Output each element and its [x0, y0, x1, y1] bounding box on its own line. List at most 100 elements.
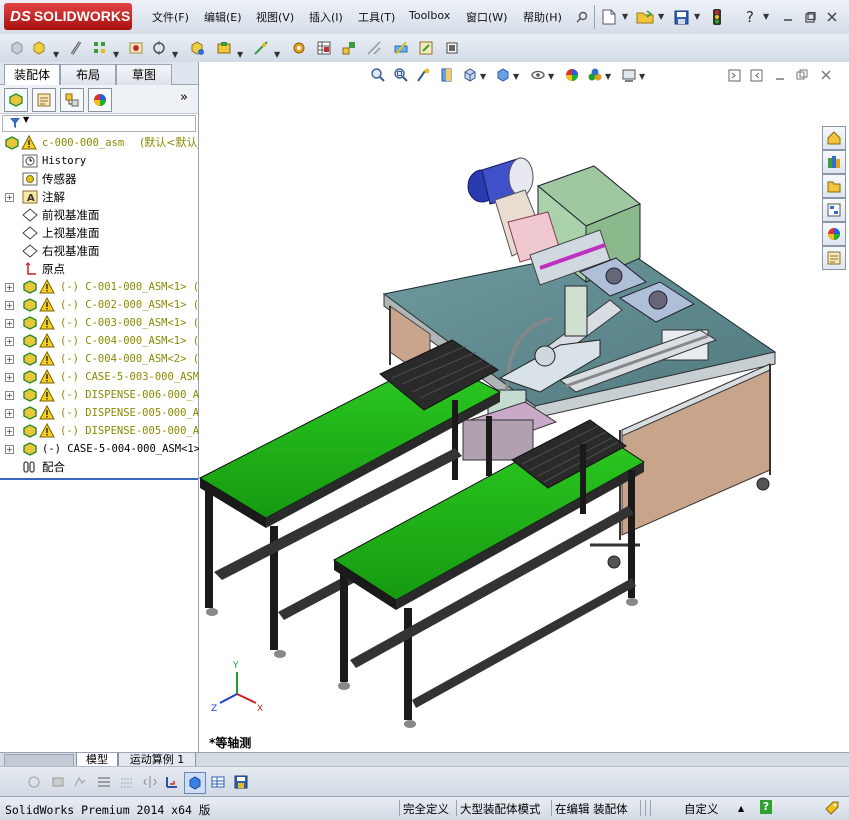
property-manager-icon[interactable] [32, 88, 56, 112]
expand-toggle[interactable]: + [5, 427, 14, 436]
save-icon[interactable] [671, 7, 691, 27]
line-icon[interactable] [94, 772, 114, 792]
expand-toggle[interactable]: + [5, 301, 14, 310]
chevron-down-icon[interactable]: ▼ [274, 50, 280, 59]
expand-toggle[interactable]: + [5, 283, 14, 292]
graphics-area[interactable]: ▼ ▼ ▼ ▼ ▼ Y X Z *等轴测 [199, 62, 849, 752]
bill-of-materials-icon[interactable] [314, 38, 334, 58]
home-icon[interactable] [822, 126, 846, 150]
axis-icon[interactable] [162, 772, 182, 792]
new-document-icon[interactable] [599, 7, 619, 27]
chevron-down-icon[interactable]: ▼ [113, 50, 119, 59]
chevron-down-icon[interactable]: ▼ [53, 50, 59, 59]
menu-edit[interactable]: 编辑(E) [204, 9, 242, 25]
minimize-icon[interactable] [778, 7, 798, 27]
tree-item[interactable]: History [0, 152, 198, 170]
exploded-view-icon[interactable] [339, 38, 359, 58]
rebuild-traffic-light-icon[interactable] [707, 7, 727, 27]
tree-item[interactable]: 上视基准面 [0, 224, 198, 242]
explode-line-sketch-icon[interactable] [364, 38, 384, 58]
expand-panel-button[interactable]: » [180, 90, 188, 105]
solidworks-logo[interactable]: DS SOLIDWORKS [4, 3, 132, 30]
tree-item[interactable]: c-000-000_asm (默认<默认_ [0, 134, 203, 152]
smart-fasteners-icon[interactable] [126, 38, 146, 58]
display-manager-icon[interactable] [88, 88, 112, 112]
menu-help[interactable]: 帮助(H) [523, 9, 562, 25]
expand-toggle[interactable]: + [5, 319, 14, 328]
tree-item[interactable]: + (-) DISPENSE-005-000_AS [0, 404, 205, 422]
chevron-down-icon[interactable]: ▼ [694, 12, 700, 21]
expand-toggle[interactable]: + [5, 409, 14, 418]
show-hidden-components-icon[interactable] [187, 38, 207, 58]
chevron-down-icon[interactable]: ▼ [763, 12, 769, 21]
menu-window[interactable]: 窗口(W) [466, 9, 507, 25]
menu-file[interactable]: 文件(F) [152, 9, 189, 25]
tree-item[interactable]: + (-) DISPENSE-006-000_AS [0, 386, 205, 404]
sketch-icon[interactable] [24, 772, 44, 792]
units-caret[interactable]: ▲ [738, 804, 744, 813]
reference-geometry-icon[interactable] [251, 38, 271, 58]
new-part-icon[interactable] [30, 38, 50, 58]
close-icon[interactable] [822, 7, 842, 27]
chevron-down-icon[interactable]: ▼ [23, 115, 29, 124]
expand-toggle[interactable]: + [5, 337, 14, 346]
custom-properties-icon[interactable] [822, 246, 846, 270]
tree-item[interactable]: + (-) C-004-000_ASM<1> ( [0, 332, 199, 350]
grid-icon[interactable] [117, 772, 137, 792]
tree-item[interactable]: + (-) DISPENSE-005-000_AS [0, 422, 205, 440]
table-icon[interactable] [208, 772, 228, 792]
tree-item[interactable]: 原点 [0, 260, 198, 278]
expand-toggle[interactable]: + [5, 391, 14, 400]
chevron-down-icon[interactable]: ▼ [172, 50, 178, 59]
assembly-features-icon[interactable] [214, 38, 234, 58]
machine-assembly-model[interactable]: Y X Z [199, 62, 849, 752]
tab-assembly[interactable]: 装配体 [4, 64, 60, 85]
new-motion-study-icon[interactable] [289, 38, 309, 58]
tag-icon[interactable] [824, 800, 840, 819]
restore-icon[interactable] [800, 7, 820, 27]
mirror-icon[interactable] [140, 772, 160, 792]
tab-layout[interactable]: 布局 [60, 64, 116, 85]
configuration-manager-icon[interactable] [60, 88, 84, 112]
tree-item[interactable]: + A 注解 [0, 188, 198, 206]
tree-item[interactable]: + (-) C-004-000_ASM<2> ( [0, 350, 199, 368]
instant3d-icon[interactable] [442, 38, 462, 58]
tree-item[interactable]: + (-) CASE-5-004-000_ASM<1> [0, 440, 200, 458]
unit-system-button[interactable]: 自定义 [684, 801, 719, 817]
menu-view[interactable]: 视图(V) [256, 9, 294, 25]
tree-item[interactable]: + (-) CASE-5-003-000_ASM [0, 368, 199, 386]
shaded-view-icon[interactable] [184, 772, 206, 794]
3d-sketch-icon[interactable] [48, 772, 68, 792]
design-library-icon[interactable] [822, 150, 846, 174]
open-folder-icon[interactable] [635, 7, 655, 27]
mate-icon[interactable] [66, 38, 86, 58]
tree-item[interactable]: 配合 [0, 458, 198, 476]
tree-item[interactable]: 右视基准面 [0, 242, 198, 260]
insert-component-icon[interactable] [7, 38, 27, 58]
chevron-down-icon[interactable]: ▼ [237, 50, 243, 59]
tab-sketch[interactable]: 草图 [116, 64, 172, 85]
linear-pattern-icon[interactable] [90, 38, 110, 58]
tree-item[interactable]: + (-) C-003-000_ASM<1> ( [0, 314, 199, 332]
expand-toggle[interactable]: + [5, 193, 14, 202]
pin-icon[interactable] [572, 7, 592, 27]
menu-insert[interactable]: 插入(I) [309, 9, 343, 25]
help-icon[interactable]: ? [760, 800, 772, 814]
smart-dimension-icon[interactable] [70, 772, 90, 792]
expand-toggle[interactable]: + [5, 445, 14, 454]
chevron-down-icon[interactable]: ▼ [622, 12, 628, 21]
interference-detection-icon[interactable] [391, 38, 411, 58]
tree-item[interactable]: 传感器 [0, 170, 198, 188]
chevron-down-icon[interactable]: ▼ [658, 12, 664, 21]
expand-toggle[interactable]: + [5, 373, 14, 382]
file-explorer-icon[interactable] [822, 174, 846, 198]
feature-manager-tree-icon[interactable] [4, 88, 28, 112]
expand-toggle[interactable]: + [5, 355, 14, 364]
tree-filter-input[interactable]: ▼ [2, 115, 196, 132]
move-component-icon[interactable] [149, 38, 169, 58]
tree-item[interactable]: 前视基准面 [0, 206, 198, 224]
tree-item[interactable]: + (-) C-001-000_ASM<1> ( [0, 278, 199, 296]
menu-tools[interactable]: 工具(T) [358, 9, 395, 25]
help-question-icon[interactable]: ? [740, 7, 760, 27]
clearance-verification-icon[interactable] [416, 38, 436, 58]
